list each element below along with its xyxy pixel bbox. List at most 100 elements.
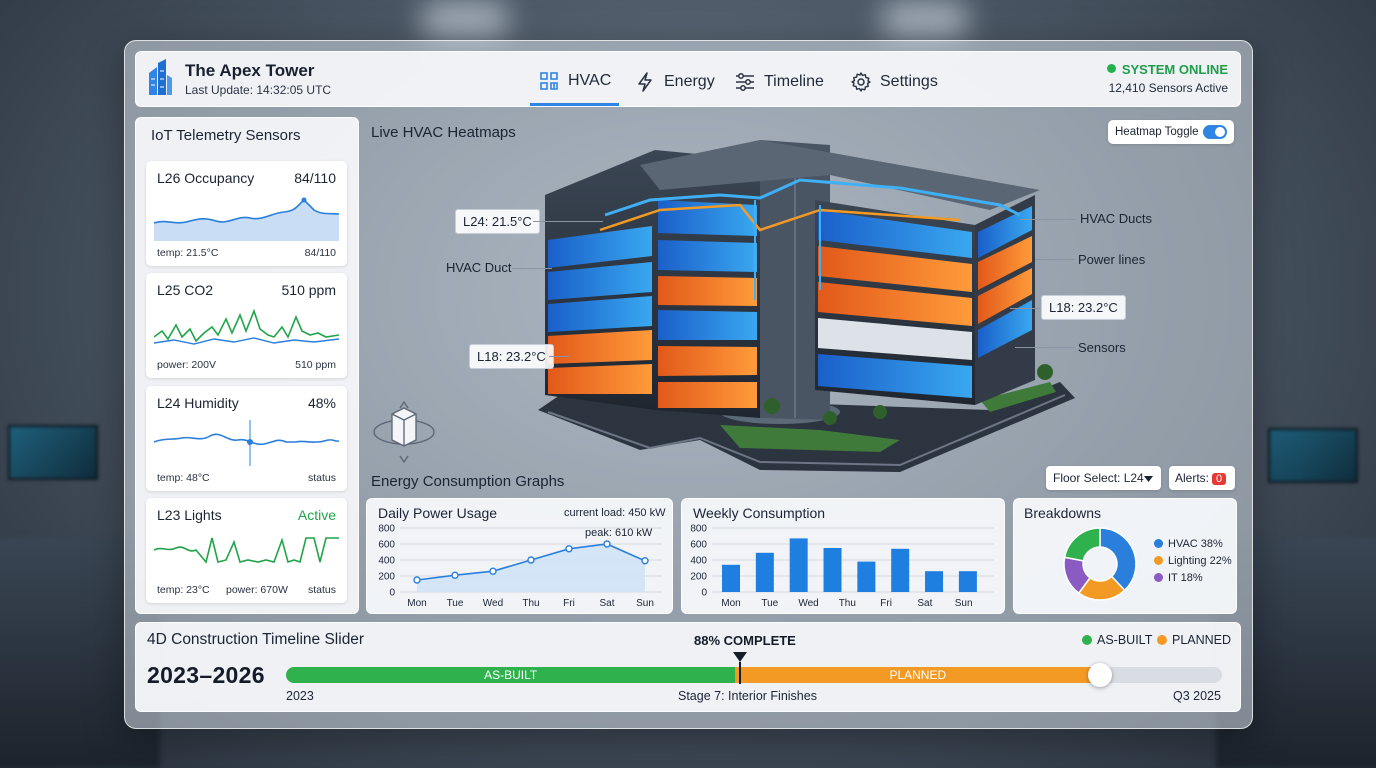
legend-dot [1154, 556, 1163, 565]
tab-hvac-label: HVAC [568, 71, 612, 89]
legend-item: IT 18% [1154, 572, 1232, 584]
x-tick-label: Fri [880, 598, 892, 609]
breakdowns-donut-chart [1063, 527, 1137, 601]
daily-power-title: Daily Power Usage [378, 505, 498, 521]
sensor-card-lights[interactable]: L23 Lights Active temp: 23°C power: 670W… [146, 498, 347, 603]
sensor-footer-left: power: 200V [157, 359, 216, 371]
x-tick-label: Sun [955, 598, 973, 609]
callout-leader [533, 221, 603, 222]
y-tick-label: 800 [378, 524, 395, 535]
x-tick-label: Wed [483, 598, 503, 609]
toggle-switch[interactable] [1203, 125, 1227, 139]
callout-leader [1010, 308, 1040, 309]
heatmap-toggle[interactable]: Heatmap Toggle [1108, 120, 1234, 144]
temp-callout[interactable]: L18: 23.2°C [1041, 295, 1126, 320]
tab-timeline[interactable]: Timeline [734, 58, 824, 106]
tab-energy[interactable]: Energy [634, 58, 715, 106]
last-update: Last Update: 14:32:05 UTC [185, 83, 332, 97]
x-tick-label: Sat [917, 598, 932, 609]
sensor-footer-right: 510 ppm [295, 359, 336, 371]
bar [857, 561, 876, 592]
sensor-card-humidity[interactable]: L24 Humidity 48% temp: 48°C status [146, 386, 347, 491]
hvac-ducts-label: HVAC Ducts [1080, 211, 1152, 226]
sensor-footer-right: status [307, 472, 336, 484]
tab-hvac[interactable]: HVAC [530, 58, 620, 106]
sensor-sparkline [154, 537, 339, 564]
y-tick-label: 800 [690, 524, 707, 535]
background-monitor [1268, 428, 1358, 483]
gear-icon [851, 72, 871, 92]
x-tick-label: Mon [407, 598, 426, 609]
legend-item: Lighting 22% [1154, 555, 1232, 567]
floor-select[interactable]: Floor Select: L24 [1046, 466, 1161, 490]
sensor-name: L24 Humidity [157, 395, 239, 411]
x-tick-label: Tue [447, 598, 464, 609]
legend-planned: PLANNED [1157, 633, 1231, 647]
donut-slice [1063, 527, 1101, 562]
bar [755, 552, 774, 592]
timeline-start: 2023 [286, 689, 314, 703]
heatmap-toggle-label: Heatmap Toggle [1115, 126, 1199, 138]
temp-callout[interactable]: L24: 21.5°C [455, 209, 540, 234]
sensor-footer-left: temp: 48°C [157, 472, 210, 484]
x-tick-label: Sat [599, 598, 614, 609]
system-status: SYSTEM ONLINE [1106, 62, 1228, 77]
temp-callout[interactable]: L18: 23.2°C [469, 344, 554, 369]
breakdowns-title: Breakdowns [1024, 505, 1102, 521]
y-tick-label: 200 [690, 572, 707, 583]
tab-settings-label: Settings [880, 73, 938, 90]
bar [891, 548, 910, 592]
bar [789, 538, 808, 592]
data-point [527, 556, 535, 564]
timeline-end: Q3 2025 [1173, 689, 1221, 703]
timeline-slider-track[interactable]: AS-BUILT PLANNED [286, 667, 1222, 683]
weekly-consumption-title: Weekly Consumption [693, 505, 826, 521]
sensor-value: 510 ppm [281, 282, 336, 298]
sensor-name: L23 Lights [157, 507, 222, 523]
sensor-sparkline [154, 420, 339, 466]
y-tick-label: 600 [378, 540, 395, 551]
legend-label: IT 18% [1168, 572, 1203, 584]
label-leader [1020, 219, 1076, 220]
bar [925, 571, 944, 592]
sensor-name: L25 CO2 [157, 282, 214, 298]
sliders-icon [736, 73, 754, 91]
sensor-sparkline [154, 308, 339, 345]
heatmap-title: Live HVAC Heatmaps [371, 124, 516, 141]
y-tick-label: 0 [389, 588, 395, 599]
x-tick-label: Tue [761, 598, 778, 609]
sensor-footer-right: status [307, 584, 336, 596]
bar [823, 548, 842, 592]
sensor-card-occupancy[interactable]: L26 Occupancy 84/110 temp: 21.5°C 84/110 [146, 161, 347, 266]
legend-dot [1082, 635, 1092, 645]
legend-as-built-label: AS-BUILT [1097, 633, 1153, 647]
sensor-footer-left: temp: 23°C [157, 584, 210, 596]
chevron-down-icon [1144, 476, 1153, 482]
sensor-footer-mid: power: 670W [226, 584, 288, 596]
x-tick-label: Wed [798, 598, 818, 609]
ceiling-light [420, 0, 510, 40]
data-point [603, 540, 611, 548]
y-tick-label: 0 [701, 588, 707, 599]
sensor-card-co2[interactable]: L25 CO2 510 ppm power: 200V 510 ppm [146, 273, 347, 378]
data-point [565, 545, 573, 553]
sensor-sparkline [154, 197, 339, 241]
tab-settings[interactable]: Settings [850, 58, 938, 106]
building-name: The Apex Tower [185, 61, 315, 80]
legend-label: Lighting 22% [1168, 555, 1232, 567]
alerts-button[interactable]: Alerts: 0 [1169, 466, 1235, 490]
sensor-value: 84/110 [294, 170, 336, 186]
line-area [417, 544, 645, 592]
planned-segment: PLANNED [735, 667, 1101, 683]
label-leader [512, 268, 552, 269]
hvac-icon [540, 71, 558, 90]
legend-item: HVAC 38% [1154, 538, 1232, 550]
legend-label: HVAC 38% [1168, 538, 1223, 550]
legend-planned-label: PLANNED [1172, 633, 1232, 647]
x-tick-label: Sun [636, 598, 654, 609]
sensors-active: 12,410 Sensors Active [1108, 81, 1228, 95]
label-leader [1035, 259, 1075, 260]
y-tick-label: 600 [690, 540, 707, 551]
daily-power-chart: 0 200 400 600 800 Mon Tue Wed Thu Fri Sat Sun [378, 524, 662, 609]
timeline-stage: Stage 7: Interior Finishes [678, 689, 817, 703]
